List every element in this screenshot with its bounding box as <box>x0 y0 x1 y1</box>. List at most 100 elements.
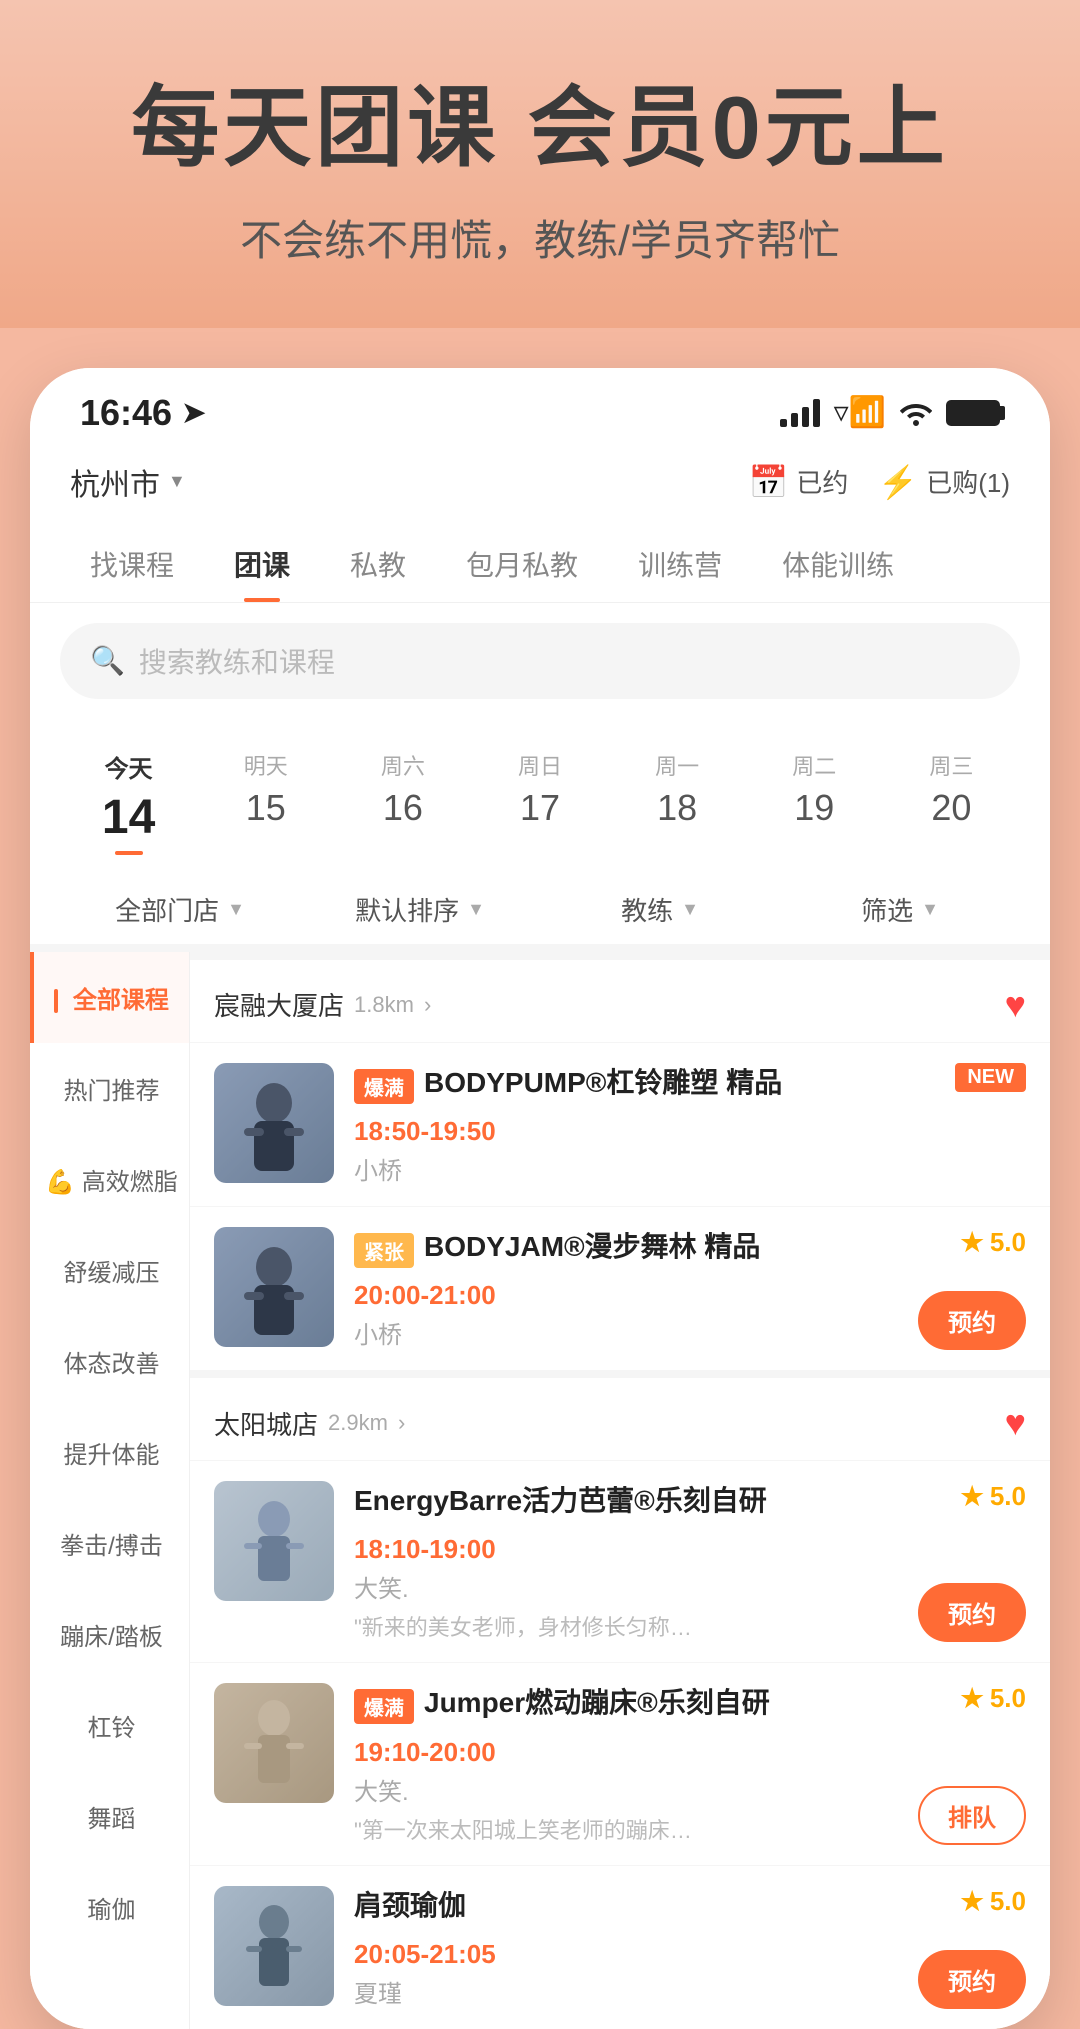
course-1-teacher: 小桥 <box>354 1151 1026 1186</box>
course-4-tags: 爆满 Jumper燃动蹦床®乐刻自研 <box>354 1683 1026 1730</box>
store-1-arrow: › <box>424 992 431 1018</box>
course-3-tags: EnergyBarre活力芭蕾®乐刻自研 <box>354 1481 1026 1528</box>
filter-arrow-1: ▼ <box>467 899 485 920</box>
book-button-2[interactable]: 预约 <box>918 1291 1026 1350</box>
store-1-favorite[interactable]: ♥ <box>1005 984 1026 1026</box>
filter-bar: 全部门店 ▼ 默认排序 ▼ 教练 ▼ 筛选 ▼ <box>30 875 1050 952</box>
hero-section: 每天团课 会员0元上 不会练不用慌，教练/学员齐帮忙 <box>0 0 1080 328</box>
badge-new-1: NEW <box>955 1063 1026 1092</box>
star-icon-5: ★ <box>961 1886 984 1917</box>
course-4-time: 19:10-20:00 <box>354 1737 1026 1768</box>
store-2-arrow: › <box>398 1410 405 1436</box>
book-button-3[interactable]: 预约 <box>918 1583 1026 1642</box>
filter-store[interactable]: 全部门店 ▼ <box>60 891 300 928</box>
top-nav: 杭州市 ▼ 📅 已约 ⚡ 已购(1) <box>30 444 1050 520</box>
sidebar-item-hot[interactable]: 热门推荐 <box>30 1043 189 1134</box>
course-2-name: BODYJAM®漫步舞林 精品 <box>424 1227 760 1266</box>
course-3-rating: ★ 5.0 <box>961 1481 1026 1512</box>
course-3-desc: "新来的美女老师，身材修长匀称，教... <box>354 1610 694 1642</box>
hero-subtitle: 不会练不用慌，教练/学员齐帮忙 <box>60 207 1020 268</box>
sidebar-item-relax[interactable]: 舒缓减压 <box>30 1225 189 1316</box>
course-1-name: BODYPUMP®杠铃雕塑 精品 <box>424 1063 782 1102</box>
sidebar-item-boxing[interactable]: 拳击/搏击 <box>30 1498 189 1589</box>
date-tue[interactable]: 周二 19 <box>746 739 883 865</box>
tab-fitness[interactable]: 体能训练 <box>752 530 924 602</box>
calendar-icon: 📅 <box>749 463 789 501</box>
purchased-button[interactable]: ⚡ 已购(1) <box>878 463 1010 501</box>
tab-bar: 找课程 团课 私教 包月私教 训练营 体能训练 <box>30 520 1050 603</box>
tab-monthly[interactable]: 包月私教 <box>436 530 608 602</box>
date-wed[interactable]: 周三 20 <box>883 739 1020 865</box>
course-4-rating: ★ 5.0 <box>961 1683 1026 1714</box>
store-1-header: 宸融大厦店 1.8km › ♥ <box>190 960 1050 1042</box>
tab-find[interactable]: 找课程 <box>60 530 204 602</box>
store-2-header: 太阳城店 2.9km › ♥ <box>190 1378 1050 1460</box>
tag-full-4: 爆满 <box>354 1689 414 1724</box>
filter-sort[interactable]: 默认排序 ▼ <box>300 891 540 928</box>
city-name: 杭州市 <box>70 460 160 504</box>
content-area: 宸融大厦店 1.8km › ♥ <box>190 952 1050 2029</box>
store-1-name: 宸融大厦店 <box>214 986 344 1023</box>
course-yoga: 肩颈瑜伽 20:05-21:05 夏瑾 ★ 5.0 预约 <box>190 1865 1050 2029</box>
course-3-name: EnergyBarre活力芭蕾®乐刻自研 <box>354 1481 767 1520</box>
sidebar-item-fatburn[interactable]: 💪 高效燃脂 <box>30 1134 189 1225</box>
filter-screen[interactable]: 筛选 ▼ <box>780 891 1020 928</box>
date-sun[interactable]: 周日 17 <box>471 739 608 865</box>
sidebar-item-yoga[interactable]: 瑜伽 <box>30 1862 189 1953</box>
sidebar-item-barbell[interactable]: 杠铃 <box>30 1680 189 1771</box>
sidebar-item-dance[interactable]: 舞蹈 <box>30 1771 189 1862</box>
top-actions: 📅 已约 ⚡ 已购(1) <box>749 463 1010 501</box>
course-5-tags: 肩颈瑜伽 <box>354 1886 1026 1933</box>
search-container: 🔍 搜索教练和课程 <box>30 603 1050 719</box>
tag-full-1: 爆满 <box>354 1069 414 1104</box>
status-bar: 16:46 ➤ ▿📶 <box>30 368 1050 444</box>
main-content: 全部课程 热门推荐 💪 高效燃脂 舒缓减压 体态改善 提升体能 拳击/搏击 蹦床… <box>30 952 1050 2029</box>
book-button-5[interactable]: 预约 <box>918 1950 1026 2009</box>
sidebar-item-trampoline[interactable]: 蹦床/踏板 <box>30 1589 189 1680</box>
store-2-info[interactable]: 太阳城店 2.9km › <box>214 1405 405 1442</box>
course-3-time: 18:10-19:00 <box>354 1534 1026 1565</box>
tab-private[interactable]: 私教 <box>320 530 436 602</box>
phone-frame: 16:46 ➤ ▿📶 杭州市 ▼ 📅 已约 <box>30 368 1050 2029</box>
city-selector[interactable]: 杭州市 ▼ <box>70 460 186 504</box>
star-icon-2: ★ <box>961 1227 984 1258</box>
course-5-name: 肩颈瑜伽 <box>354 1886 466 1925</box>
course-thumb-4 <box>214 1683 334 1803</box>
date-tomorrow[interactable]: 明天 15 <box>197 739 334 865</box>
store-2-name: 太阳城店 <box>214 1405 318 1442</box>
booked-button[interactable]: 📅 已约 <box>749 463 849 501</box>
store-2-favorite[interactable]: ♥ <box>1005 1402 1026 1444</box>
wifi-icon: ▿📶 <box>834 395 886 430</box>
tab-camp[interactable]: 训练营 <box>608 530 752 602</box>
course-1-info: 爆满 BODYPUMP®杠铃雕塑 精品 18:50-19:50 小桥 <box>354 1063 1026 1186</box>
tab-group[interactable]: 团课 <box>204 530 320 602</box>
star-icon-3: ★ <box>961 1481 984 1512</box>
filter-arrow-3: ▼ <box>921 899 939 920</box>
search-bar[interactable]: 🔍 搜索教练和课程 <box>60 623 1020 699</box>
date-mon[interactable]: 周一 18 <box>609 739 746 865</box>
date-selector: 今天 14 明天 15 周六 16 周日 17 周一 18 周二 19 周三 2… <box>30 719 1050 875</box>
wifi-icon <box>900 400 932 426</box>
status-time: 16:46 ➤ <box>80 392 206 434</box>
date-today[interactable]: 今天 14 <box>60 739 197 865</box>
course-5-rating: ★ 5.0 <box>961 1886 1026 1917</box>
course-4-desc: "第一次来太阳城上笑老师的蹦床课... <box>354 1813 694 1845</box>
course-bodyjam: 紧张 BODYJAM®漫步舞林 精品 20:00-21:00 小桥 ★ 5.0 … <box>190 1206 1050 1370</box>
course-thumb-5 <box>214 1886 334 2006</box>
filter-coach[interactable]: 教练 ▼ <box>540 891 780 928</box>
signal-icon <box>780 399 820 427</box>
sidebar-item-all[interactable]: 全部课程 <box>30 952 189 1043</box>
store-1-info[interactable]: 宸融大厦店 1.8km › <box>214 986 431 1023</box>
lightning-icon: ⚡ <box>878 463 918 501</box>
search-icon: 🔍 <box>90 644 125 677</box>
sidebar-item-posture[interactable]: 体态改善 <box>30 1316 189 1407</box>
search-input[interactable]: 搜索教练和课程 <box>139 641 335 681</box>
hero-title: 每天团课 会员0元上 <box>60 80 1020 177</box>
filter-arrow-2: ▼ <box>681 899 699 920</box>
queue-button-4[interactable]: 排队 <box>918 1786 1026 1845</box>
sidebar-item-fitness[interactable]: 提升体能 <box>30 1407 189 1498</box>
date-sat[interactable]: 周六 16 <box>334 739 471 865</box>
store-1-distance: 1.8km <box>354 992 414 1018</box>
city-dropdown-arrow: ▼ <box>168 471 186 492</box>
sidebar: 全部课程 热门推荐 💪 高效燃脂 舒缓减压 体态改善 提升体能 拳击/搏击 蹦床… <box>30 952 190 2029</box>
